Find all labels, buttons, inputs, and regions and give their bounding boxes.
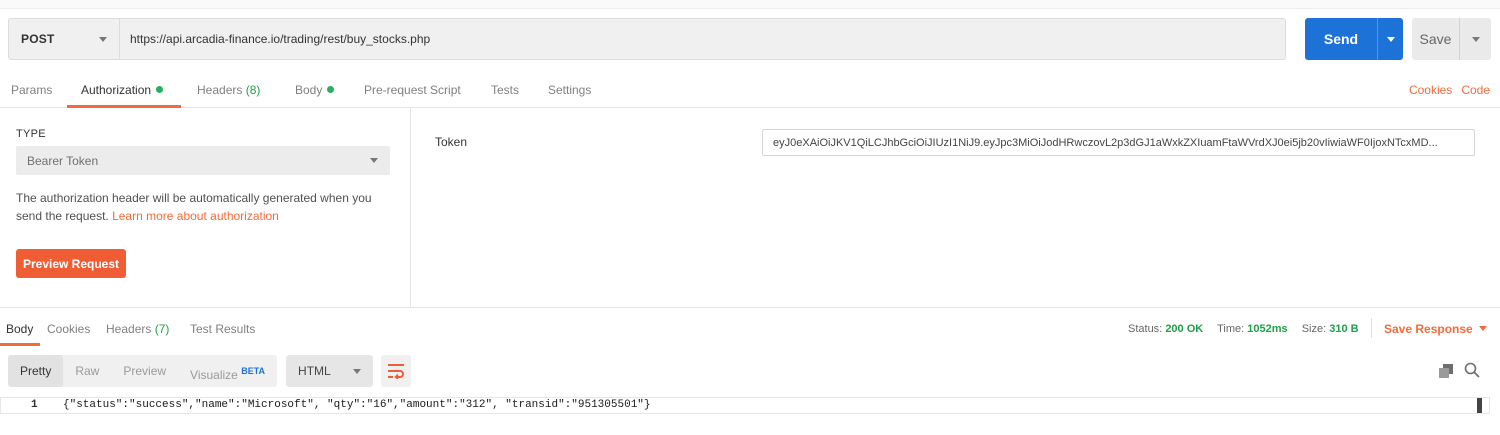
auth-type-value: Bearer Token <box>27 153 99 168</box>
cookies-link[interactable]: Cookies <box>1409 83 1452 97</box>
request-bar: POST <box>8 18 1286 60</box>
send-label: Send <box>1323 31 1359 47</box>
tab-pre-request-script[interactable]: Pre-request Script <box>364 72 461 108</box>
code-link[interactable]: Code <box>1461 83 1490 97</box>
language-value: HTML <box>298 364 331 378</box>
size-label: Size: <box>1301 323 1327 335</box>
save-label: Save <box>1419 31 1452 47</box>
format-raw[interactable]: Raw <box>63 355 111 387</box>
response-tab-headers[interactable]: Headers (7) <box>106 312 169 346</box>
tab-label: Params <box>11 83 53 97</box>
response-status: Status: 200 OK Time: 1052ms Size: 310 B <box>1128 312 1370 346</box>
tab-count: (7) <box>154 322 170 336</box>
copy-icon[interactable] <box>1439 364 1453 378</box>
tab-label: Settings <box>548 83 592 97</box>
tab-authorization[interactable]: Authorization <box>81 72 164 108</box>
format-pretty[interactable]: Pretty <box>8 355 64 387</box>
tab-label: Pre-request Script <box>364 83 461 97</box>
response-code[interactable]: {"status":"success","name":"Microsoft", … <box>63 399 651 411</box>
tab-headers[interactable]: Headers (8) <box>197 72 260 108</box>
tab-params[interactable]: Params <box>11 72 52 108</box>
preview-request-button[interactable]: Preview Request <box>16 249 126 278</box>
auth-type-label: TYPE <box>16 128 46 140</box>
line-number: 1 <box>31 399 38 411</box>
tab-label: Headers <box>197 83 243 97</box>
response-tab-test-results[interactable]: Test Results <box>190 312 255 346</box>
active-dot-icon <box>327 86 335 93</box>
tab-label: Authorization <box>81 83 152 97</box>
token-input[interactable] <box>762 129 1475 156</box>
wrap-lines-button[interactable] <box>381 355 412 387</box>
tab-tests[interactable]: Tests <box>491 72 519 108</box>
save-response-label: Save Response <box>1384 322 1473 336</box>
auth-description: The authorization header will be automat… <box>16 189 396 225</box>
send-dropdown[interactable] <box>1378 36 1403 42</box>
chevron-down-icon <box>1471 36 1480 42</box>
tab-label: Body <box>295 83 323 97</box>
save-button[interactable]: Save <box>1412 18 1491 60</box>
request-tabs: Params Authorization Headers (8) Body Pr… <box>0 72 1500 108</box>
save-response-button[interactable]: Save Response <box>1384 312 1487 346</box>
tab-body[interactable]: Body <box>295 72 335 108</box>
learn-more-link[interactable]: Learn more about authorization <box>112 209 279 223</box>
size-value[interactable]: 310 B <box>1329 323 1358 335</box>
status-separator <box>1371 318 1372 338</box>
top-strip <box>0 0 1500 9</box>
chevron-down-icon <box>353 368 362 374</box>
time-label: Time: <box>1217 323 1245 335</box>
send-button[interactable]: Send <box>1305 18 1403 60</box>
wrap-lines-icon <box>388 364 405 379</box>
response-divider <box>0 307 1500 308</box>
format-visualize[interactable]: Visualize BETA <box>178 355 277 387</box>
language-select[interactable]: HTML <box>286 355 374 387</box>
chevron-down-icon <box>99 36 107 42</box>
tab-settings[interactable]: Settings <box>548 72 591 108</box>
url-input[interactable] <box>120 19 1285 59</box>
format-preview[interactable]: Preview <box>111 355 178 387</box>
response-toolbar: Pretty Raw Preview Visualize BETA HTML <box>8 355 412 387</box>
save-dropdown[interactable] <box>1460 36 1491 42</box>
method-select[interactable]: POST <box>9 19 120 59</box>
auth-type-select[interactable]: Bearer Token <box>16 146 390 175</box>
chevron-down-icon <box>370 158 378 163</box>
active-dot-icon <box>156 86 164 93</box>
status-value[interactable]: 200 OK <box>1165 323 1203 335</box>
search-icon[interactable] <box>1464 362 1480 378</box>
visualize-label: Visualize <box>190 368 238 382</box>
chevron-down-icon <box>1478 326 1487 331</box>
response-tab-underline <box>0 343 40 346</box>
response-tab-cookies[interactable]: Cookies <box>47 312 90 346</box>
method-label: POST <box>21 32 55 46</box>
tab-label: Tests <box>491 83 520 97</box>
status-label: Status: <box>1128 323 1163 335</box>
top-right-links: Cookies Code <box>1400 72 1490 108</box>
chevron-down-icon <box>1386 36 1395 42</box>
response-tab-body[interactable]: Body <box>6 312 33 346</box>
format-tabs: Pretty Raw Preview Visualize BETA <box>8 355 278 387</box>
tab-count: (8) <box>245 83 261 97</box>
tab-label: Headers <box>106 322 152 336</box>
scroll-marker <box>1477 398 1482 413</box>
time-value[interactable]: 1052ms <box>1247 323 1287 335</box>
beta-badge: BETA <box>241 366 266 376</box>
token-label: Token <box>435 135 468 149</box>
